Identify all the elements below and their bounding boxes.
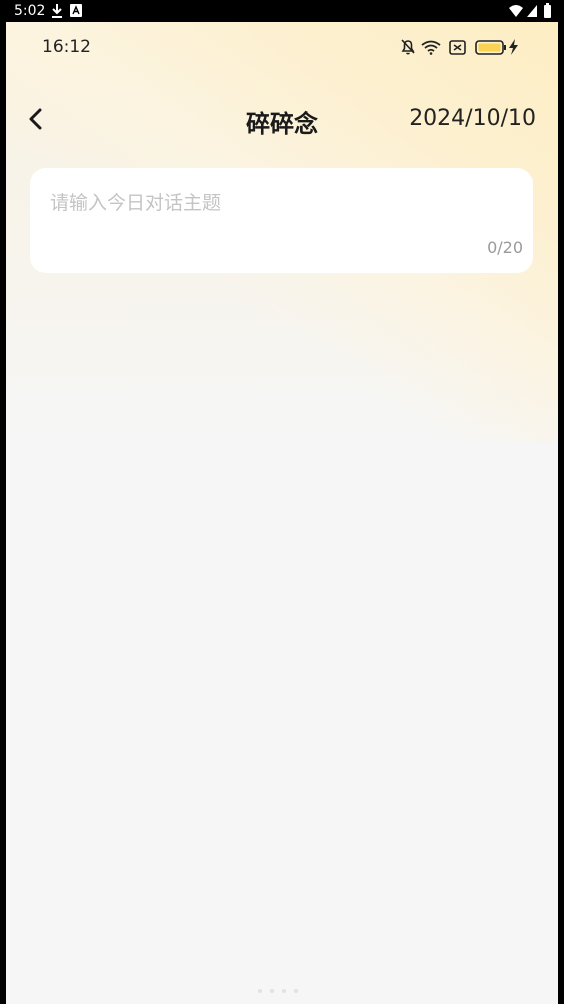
signal-icon xyxy=(527,5,537,17)
dot xyxy=(258,989,262,993)
system-status-bar: 5:02 xyxy=(0,0,564,22)
topic-input[interactable] xyxy=(50,188,510,218)
wifi-icon xyxy=(421,40,441,55)
current-date: 2024/10/10 xyxy=(409,106,536,131)
dot xyxy=(282,989,286,993)
sim-icon xyxy=(449,40,466,55)
battery-icon xyxy=(544,5,551,18)
wifi-icon xyxy=(509,5,523,17)
dot xyxy=(270,989,274,993)
bottom-handle-dots xyxy=(258,978,310,993)
battery-charging-icon xyxy=(475,39,518,55)
mute-bell-icon xyxy=(401,39,415,55)
app-clock: 16:12 xyxy=(42,37,91,57)
app-screen: 16:12 碎碎念 2024/10/10 请输入今日对话主题 0/20 xyxy=(6,22,558,1004)
a-icon xyxy=(70,4,82,17)
navigation-bar: 碎碎念 2024/10/10 xyxy=(6,96,558,144)
character-counter: 0/20 xyxy=(487,238,523,257)
system-clock: 5:02 xyxy=(14,3,46,19)
app-indicator-icons xyxy=(401,39,518,55)
dot xyxy=(294,989,298,993)
download-icon xyxy=(52,4,62,18)
topic-input-card: 0/20 xyxy=(30,168,533,273)
app-status-bar: 16:12 xyxy=(6,22,558,72)
system-indicator-icons xyxy=(509,3,551,18)
